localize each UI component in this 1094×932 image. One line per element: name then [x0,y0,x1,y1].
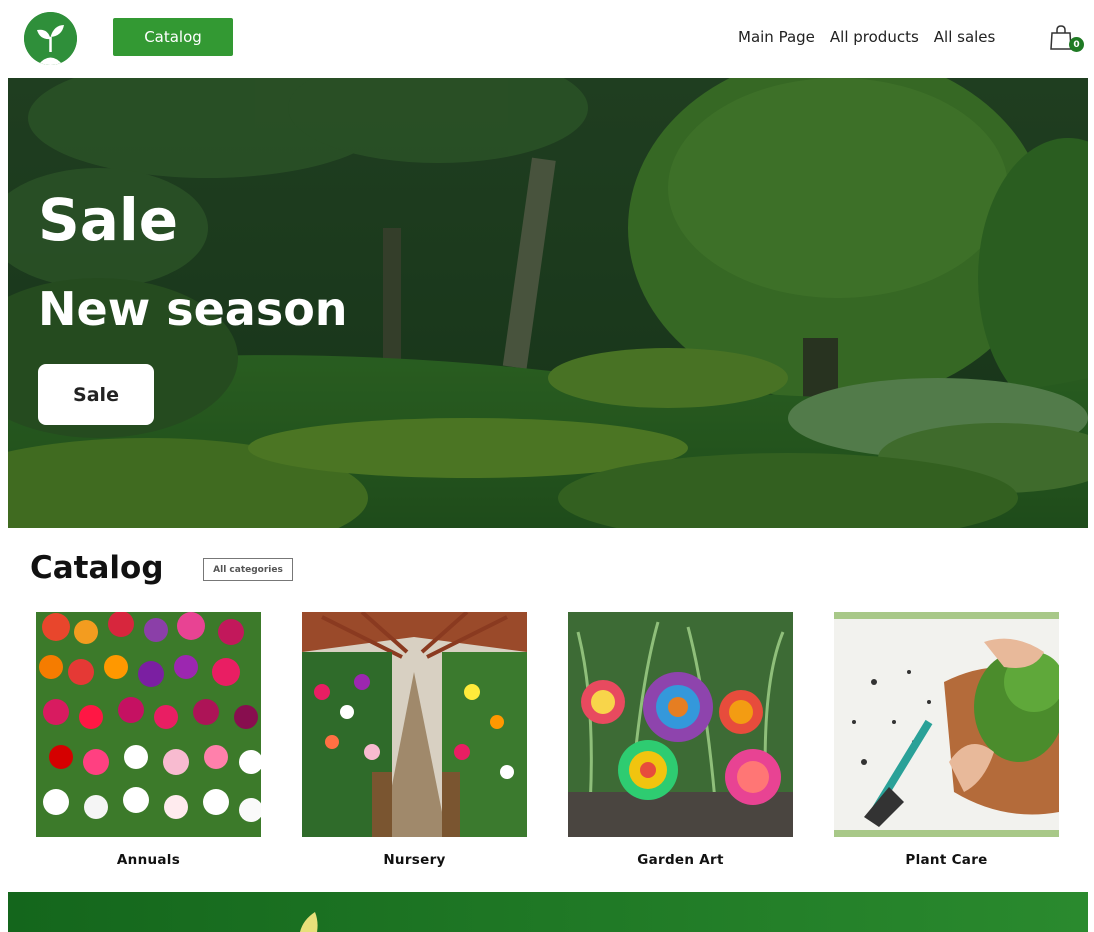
nav-main-page[interactable]: Main Page [738,28,815,46]
catalog-section-title: Catalog [30,550,164,586]
site-header: Catalog Main Page All products All sales… [0,0,1094,78]
category-label[interactable]: Plant Care [834,852,1059,868]
category-card-annuals[interactable]: Annuals [36,612,261,868]
category-label[interactable]: Nursery [302,852,527,868]
nav-all-sales[interactable]: All sales [934,28,996,46]
hero-sale-button[interactable]: Sale [38,364,154,425]
promo-banner [8,892,1088,932]
sprout-icon[interactable] [24,12,77,65]
leaf-icon [300,912,318,932]
category-card-plant-care[interactable]: Plant Care [834,612,1059,868]
category-card-garden-art[interactable]: Garden Art [568,612,793,868]
nursery-image[interactable] [302,612,527,837]
hero-title: Sale [38,186,179,254]
category-card-nursery[interactable]: Nursery [302,612,527,868]
all-categories-button[interactable]: All categories [203,558,293,581]
hero-subtitle: New season [38,282,348,336]
cart-count-badge: 0 [1069,37,1084,52]
garden-art-image[interactable] [568,612,793,837]
nav-all-products[interactable]: All products [830,28,919,46]
main-nav: Main Page All products All sales [738,28,995,46]
category-label[interactable]: Annuals [36,852,261,868]
plant-care-image[interactable] [834,612,1059,837]
category-label[interactable]: Garden Art [568,852,793,868]
annuals-image[interactable] [36,612,261,837]
catalog-button[interactable]: Catalog [113,18,233,56]
hero-banner: Sale New season Sale [8,78,1088,528]
cart-button[interactable]: 0 [1049,24,1085,54]
